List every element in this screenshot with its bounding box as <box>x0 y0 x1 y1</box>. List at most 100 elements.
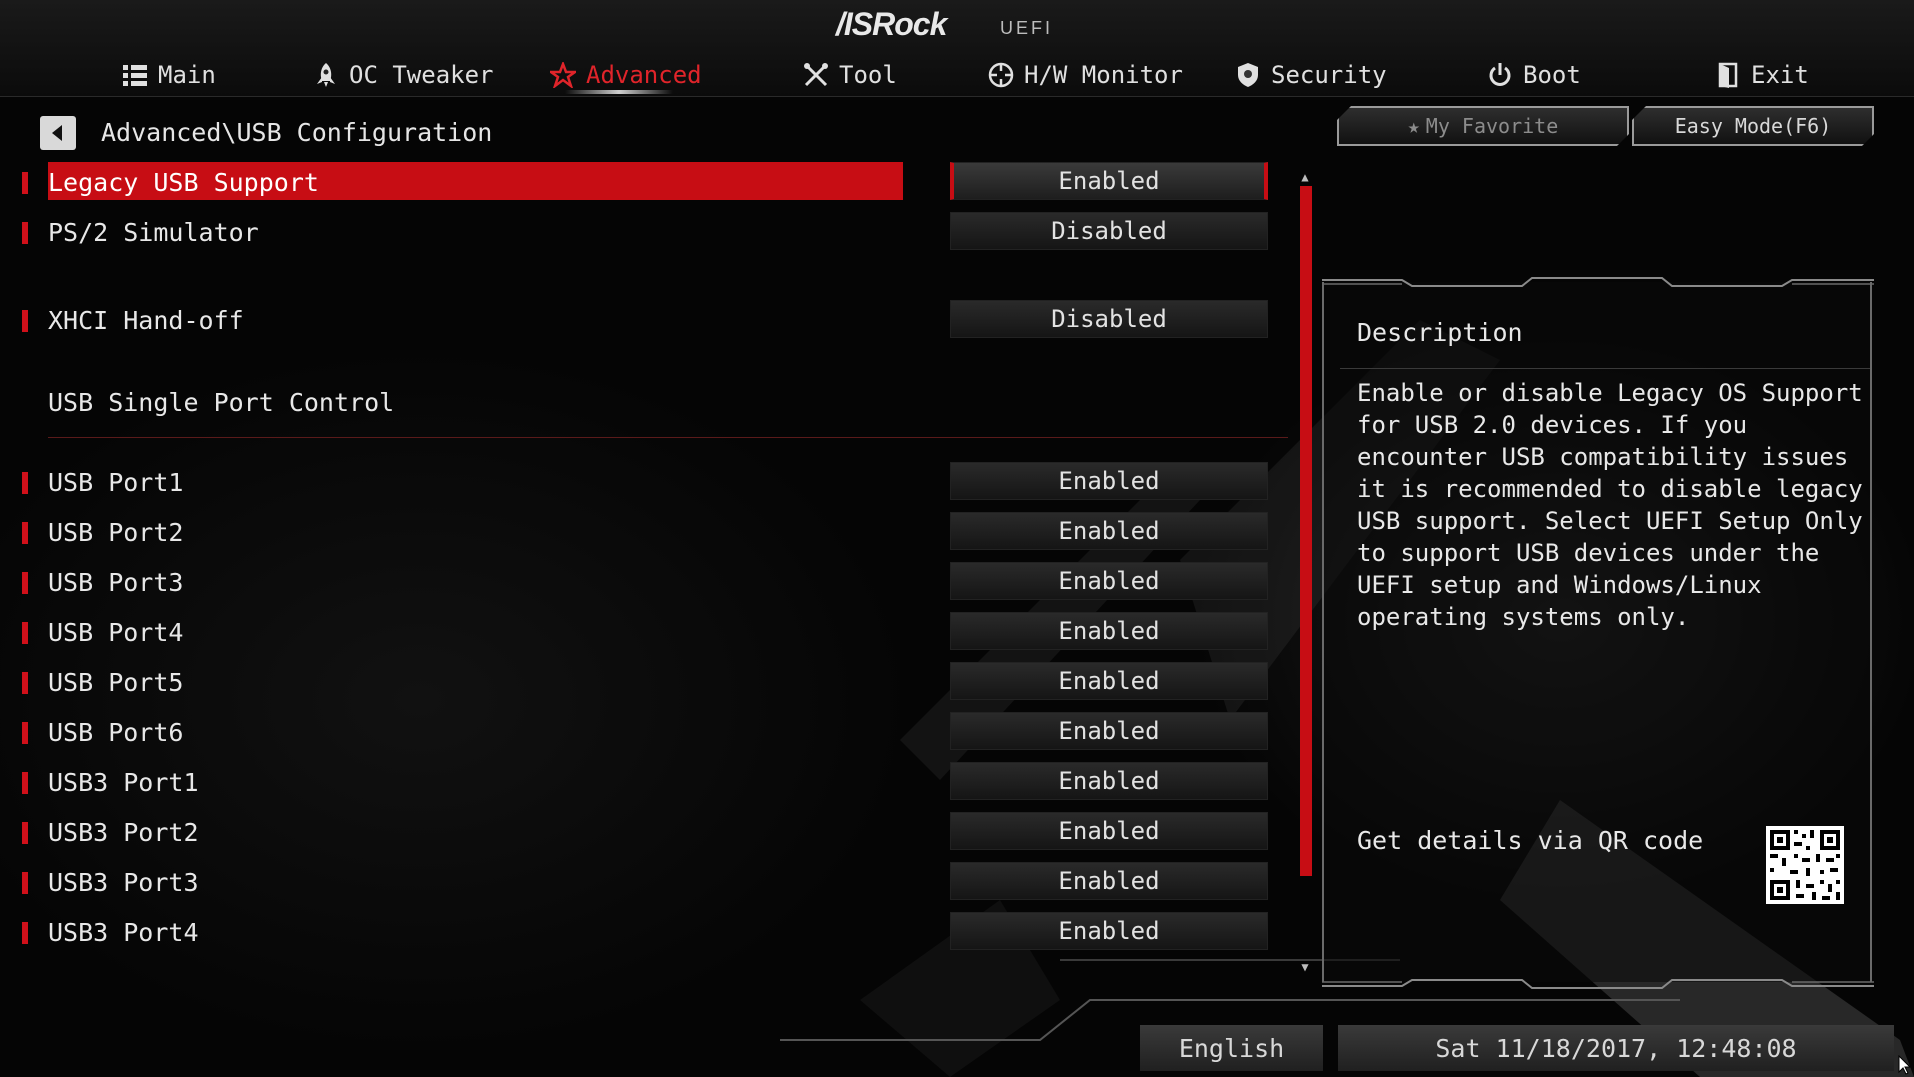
tab-boot-label: Boot <box>1523 61 1581 89</box>
my-favorite-button[interactable]: ★ My Favorite <box>1337 106 1629 146</box>
my-favorite-label: My Favorite <box>1425 114 1559 138</box>
active-tab-indicator <box>565 90 673 94</box>
setting-row-usb3-port3[interactable]: USB3 Port3 Enabled <box>0 862 1268 904</box>
monitor-icon <box>988 62 1014 88</box>
setting-label: USB Port1 <box>48 468 184 497</box>
setting-label: USB3 Port4 <box>48 918 199 947</box>
setting-value-dropdown[interactable]: Enabled <box>950 662 1268 700</box>
tab-tool[interactable]: Tool <box>803 56 897 94</box>
row-marker <box>22 310 28 332</box>
setting-row-usb-port3[interactable]: USB Port3 Enabled <box>0 562 1268 604</box>
tab-hw-monitor[interactable]: H/W Monitor <box>988 56 1183 94</box>
tab-hw-monitor-label: H/W Monitor <box>1024 61 1183 89</box>
section-title: USB Single Port Control <box>48 388 395 417</box>
power-icon <box>1489 63 1511 86</box>
setting-value-dropdown[interactable]: Enabled <box>950 512 1268 550</box>
back-button[interactable] <box>40 116 76 150</box>
setting-value-dropdown[interactable]: Enabled <box>950 812 1268 850</box>
row-marker <box>22 872 28 894</box>
row-marker <box>22 822 28 844</box>
date-time-display: Sat 11/18/2017, 12:48:08 <box>1338 1025 1894 1071</box>
setting-label: Legacy USB Support <box>48 168 319 197</box>
tab-advanced[interactable]: Advanced <box>550 56 702 94</box>
description-text: Enable or disable Legacy OS Support for … <box>1357 379 1863 631</box>
setting-value-dropdown[interactable]: Enabled <box>950 612 1268 650</box>
breadcrumb: Advanced\USB Configuration <box>101 118 493 147</box>
row-marker <box>22 622 28 644</box>
setting-row-usb-port1[interactable]: USB Port1 Enabled <box>0 462 1268 504</box>
setting-value-dropdown[interactable]: Disabled <box>950 300 1268 338</box>
row-marker <box>22 222 28 244</box>
setting-label: PS/2 Simulator <box>48 218 259 247</box>
row-marker <box>22 922 28 944</box>
setting-label: USB Port4 <box>48 618 184 647</box>
setting-value-dropdown[interactable]: Enabled <box>950 462 1268 500</box>
tab-oc-tweaker-label: OC Tweaker <box>349 61 494 89</box>
setting-label: USB3 Port2 <box>48 818 199 847</box>
row-marker <box>22 572 28 594</box>
tab-oc-tweaker[interactable]: OC Tweaker <box>313 56 494 94</box>
tab-security[interactable]: Security <box>1235 56 1387 94</box>
setting-value-dropdown[interactable]: Enabled <box>950 162 1268 200</box>
setting-value-dropdown[interactable]: Enabled <box>950 712 1268 750</box>
row-marker <box>22 722 28 744</box>
easy-mode-button[interactable]: Easy Mode(F6) <box>1632 106 1874 146</box>
tab-exit[interactable]: Exit <box>1715 56 1809 94</box>
row-marker <box>22 172 28 194</box>
tab-boot[interactable]: Boot <box>1487 56 1581 94</box>
scrollbar-thumb[interactable] <box>1300 186 1312 876</box>
setting-value-dropdown[interactable]: Disabled <box>950 212 1268 250</box>
row-marker <box>22 672 28 694</box>
setting-row-usb3-port4[interactable]: USB3 Port4 Enabled <box>0 912 1268 954</box>
section-divider <box>48 437 1288 438</box>
setting-row-ps2-simulator[interactable]: PS/2 Simulator Disabled <box>0 212 1268 254</box>
brand-logo: /ISRock <box>836 6 947 42</box>
tab-main[interactable]: Main <box>122 56 216 94</box>
qr-label: Get details via QR code <box>1357 826 1704 855</box>
mouse-cursor-icon <box>1898 1055 1912 1075</box>
scroll-down-arrow[interactable]: ▼ <box>1298 960 1312 974</box>
setting-value-dropdown[interactable]: Enabled <box>950 862 1268 900</box>
star-icon <box>550 62 576 88</box>
setting-row-usb3-port1[interactable]: USB3 Port1 Enabled <box>0 762 1268 804</box>
panel-top-frame <box>1322 277 1874 287</box>
setting-label: USB3 Port3 <box>48 868 199 897</box>
description-divider <box>1340 368 1870 369</box>
setting-label: USB Port6 <box>48 718 184 747</box>
setting-row-usb-port2[interactable]: USB Port2 Enabled <box>0 512 1268 554</box>
setting-label: USB Port5 <box>48 668 184 697</box>
setting-row-usb3-port2[interactable]: USB3 Port2 Enabled <box>0 812 1268 854</box>
qr-code-icon <box>1766 826 1844 904</box>
setting-value-dropdown[interactable]: Enabled <box>950 912 1268 950</box>
tab-tool-label: Tool <box>839 61 897 89</box>
row-marker <box>22 772 28 794</box>
language-button[interactable]: English <box>1140 1025 1323 1071</box>
setting-row-usb-port6[interactable]: USB Port6 Enabled <box>0 712 1268 754</box>
row-marker <box>22 472 28 494</box>
list-icon <box>123 65 147 86</box>
description-title: Description <box>1357 318 1523 347</box>
easy-mode-label: Easy Mode(F6) <box>1674 114 1832 138</box>
tab-main-label: Main <box>158 61 216 89</box>
setting-label: USB3 Port1 <box>48 768 199 797</box>
setting-value-dropdown[interactable]: Enabled <box>950 762 1268 800</box>
tab-exit-label: Exit <box>1751 61 1809 89</box>
exit-icon <box>1718 62 1738 88</box>
panel-bottom-frame <box>1322 979 1874 989</box>
shield-icon <box>1238 63 1258 87</box>
setting-row-xhci-hand-off[interactable]: XHCI Hand-off Disabled <box>0 300 1268 342</box>
top-menu-bar: /ISRock UEFI Main OC Tweaker Advanced To… <box>0 0 1914 97</box>
row-marker <box>22 522 28 544</box>
tools-icon <box>804 63 828 87</box>
scroll-up-arrow[interactable]: ▲ <box>1298 170 1312 184</box>
back-arrow-icon <box>52 125 62 141</box>
rocket-icon <box>317 63 335 87</box>
setting-row-legacy-usb-support[interactable]: Legacy USB Support Enabled <box>0 162 1268 204</box>
setting-row-usb-port4[interactable]: USB Port4 Enabled <box>0 612 1268 654</box>
setting-label: XHCI Hand-off <box>48 306 244 335</box>
star-icon: ★ <box>1407 114 1420 138</box>
tab-security-label: Security <box>1271 61 1387 89</box>
setting-label: USB Port2 <box>48 518 184 547</box>
setting-value-dropdown[interactable]: Enabled <box>950 562 1268 600</box>
setting-row-usb-port5[interactable]: USB Port5 Enabled <box>0 662 1268 704</box>
